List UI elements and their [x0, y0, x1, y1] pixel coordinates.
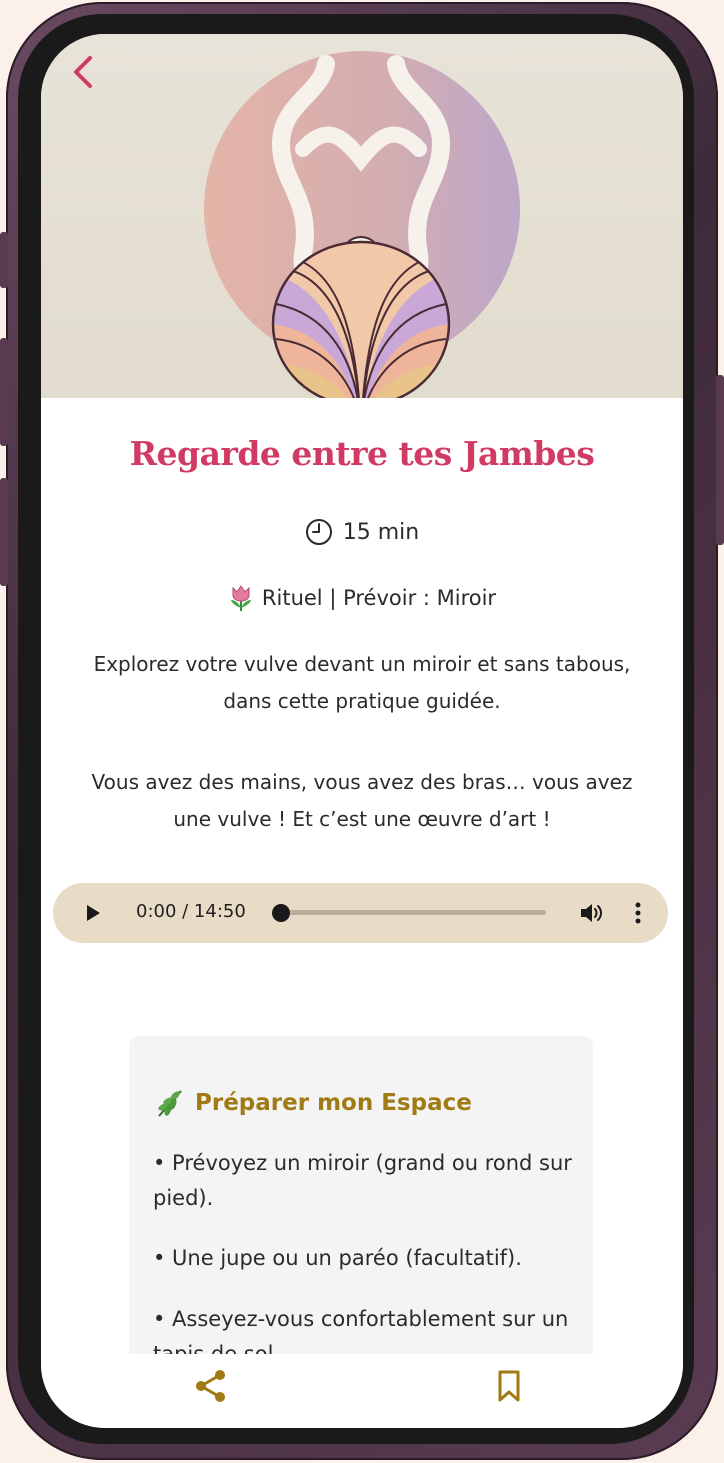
- meta-row: Rituel | Prévoir : Miroir: [41, 584, 683, 612]
- audio-time: 0:00 / 14:50: [136, 901, 246, 922]
- bookmark-icon[interactable]: [495, 1368, 523, 1404]
- prepare-title-text: Préparer mon Espace: [195, 1090, 472, 1116]
- side-button: [0, 338, 8, 446]
- share-icon[interactable]: [194, 1368, 228, 1404]
- more-options-icon[interactable]: [633, 901, 643, 925]
- side-button: [0, 478, 8, 586]
- duration-text: 15 min: [342, 519, 420, 545]
- body-illustration: [204, 51, 520, 398]
- page-title: Regarde entre tes Jambes: [129, 434, 595, 473]
- tulip-icon: [230, 585, 251, 611]
- description-paragraph: Explorez votre vulve devant un miroir et…: [93, 652, 631, 713]
- description-paragraph: Vous avez des mains, vous avez des bras……: [91, 770, 633, 831]
- list-item: • Prévoyez un miroir (grand ou rond sur …: [153, 1151, 572, 1210]
- audio-seek-bar[interactable]: [281, 910, 546, 915]
- side-button: [0, 232, 8, 288]
- meta-text: Rituel | Prévoir : Miroir: [261, 586, 497, 610]
- prepare-card-title: Préparer mon Espace: [155, 1088, 472, 1118]
- back-button[interactable]: [63, 52, 103, 92]
- herb-icon: [158, 1090, 182, 1117]
- app-screen: Regarde entre tes Jambes 15 min Rituel |…: [41, 34, 683, 1428]
- bottom-action-bar: [41, 1354, 683, 1428]
- duration-row: 15 min: [41, 518, 683, 546]
- chevron-left-icon: [74, 56, 92, 88]
- list-item: • Une jupe ou un paréo (facultatif).: [153, 1246, 522, 1270]
- side-button: [716, 375, 724, 545]
- hero-image: [41, 34, 683, 398]
- clock-icon: [305, 519, 332, 545]
- audio-seek-handle[interactable]: [272, 904, 290, 922]
- volume-icon[interactable]: [579, 901, 605, 925]
- play-icon[interactable]: [83, 903, 103, 923]
- audio-player: 0:00 / 14:50: [53, 883, 668, 943]
